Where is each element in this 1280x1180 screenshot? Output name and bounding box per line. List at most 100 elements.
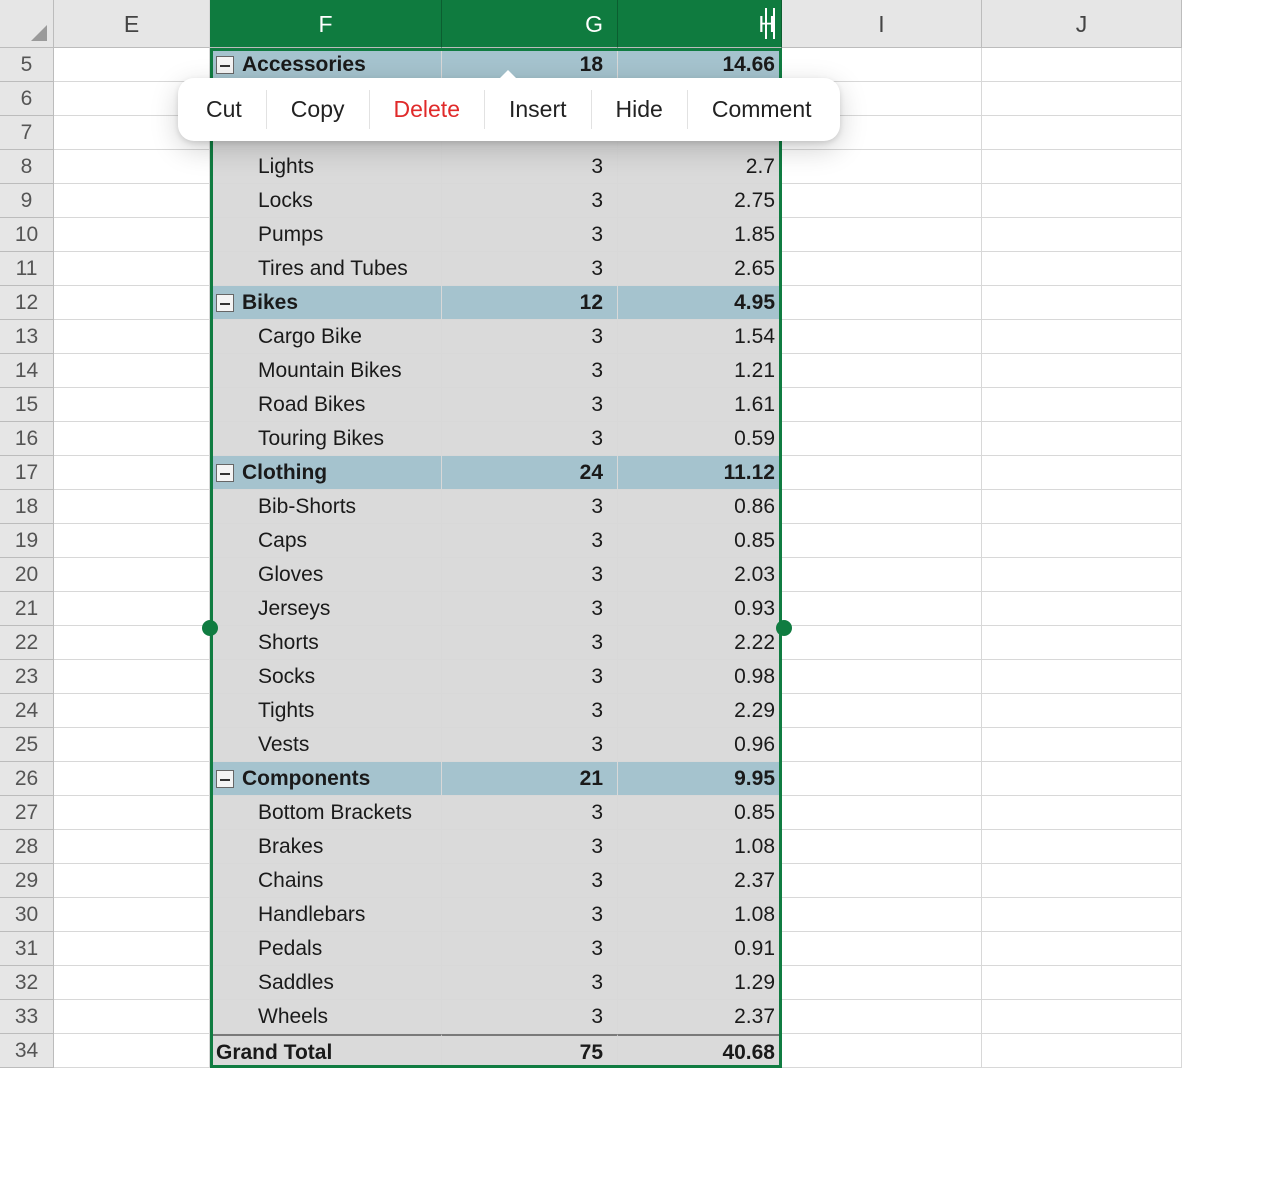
menu-delete[interactable]: Delete (370, 82, 484, 137)
cell[interactable] (782, 898, 982, 932)
pivot-item-value[interactable]: 1.85 (618, 218, 782, 252)
pivot-group-value[interactable]: 9.95 (618, 762, 782, 796)
cell[interactable] (54, 524, 210, 558)
cell[interactable] (54, 388, 210, 422)
cell[interactable] (982, 558, 1182, 592)
cell[interactable] (982, 286, 1182, 320)
cell[interactable] (54, 150, 210, 184)
pivot-group-count[interactable]: 21 (442, 762, 618, 796)
pivot-item-label[interactable]: Saddles (210, 966, 442, 1000)
row-header[interactable]: 27 (0, 796, 54, 830)
cell[interactable] (54, 592, 210, 626)
cell[interactable] (54, 796, 210, 830)
cell[interactable] (982, 116, 1182, 150)
pivot-item-value[interactable]: 1.29 (618, 966, 782, 1000)
cell[interactable] (54, 898, 210, 932)
row-header[interactable]: 21 (0, 592, 54, 626)
cell[interactable] (982, 218, 1182, 252)
cell[interactable] (782, 524, 982, 558)
cell[interactable] (54, 1034, 210, 1068)
cell[interactable] (982, 966, 1182, 1000)
pivot-item-value[interactable]: 2.29 (618, 694, 782, 728)
cell[interactable] (782, 558, 982, 592)
col-header-J[interactable]: J (982, 0, 1182, 48)
cell[interactable] (54, 252, 210, 286)
pivot-group-label[interactable]: Accessories (210, 48, 442, 82)
pivot-item-value[interactable]: 2.22 (618, 626, 782, 660)
cell[interactable] (54, 48, 210, 82)
pivot-group-count[interactable]: 12 (442, 286, 618, 320)
pivot-item-label[interactable]: Pedals (210, 932, 442, 966)
menu-insert[interactable]: Insert (485, 82, 591, 137)
pivot-group-label[interactable]: Bikes (210, 286, 442, 320)
row-header[interactable]: 24 (0, 694, 54, 728)
pivot-item-count[interactable]: 3 (442, 694, 618, 728)
cell[interactable] (782, 184, 982, 218)
collapse-icon[interactable] (216, 464, 234, 482)
cell[interactable] (54, 490, 210, 524)
pivot-item-value[interactable]: 2.65 (618, 252, 782, 286)
pivot-item-label[interactable]: Road Bikes (210, 388, 442, 422)
cell[interactable] (982, 354, 1182, 388)
pivot-item-value[interactable]: 2.7 (618, 150, 782, 184)
cell[interactable] (54, 184, 210, 218)
cell[interactable] (54, 830, 210, 864)
pivot-item-value[interactable]: 0.59 (618, 422, 782, 456)
menu-copy[interactable]: Copy (267, 82, 369, 137)
cell[interactable] (982, 932, 1182, 966)
pivot-grand-total-label[interactable]: Grand Total (210, 1034, 442, 1068)
cell[interactable] (982, 252, 1182, 286)
row-header[interactable]: 10 (0, 218, 54, 252)
pivot-item-value[interactable]: 1.08 (618, 830, 782, 864)
cell[interactable] (782, 1034, 982, 1068)
cell[interactable] (782, 150, 982, 184)
pivot-item-value[interactable]: 0.93 (618, 592, 782, 626)
cell[interactable] (54, 354, 210, 388)
row-header[interactable]: 33 (0, 1000, 54, 1034)
row-header[interactable]: 13 (0, 320, 54, 354)
cell[interactable] (54, 456, 210, 490)
cell[interactable] (982, 1034, 1182, 1068)
pivot-item-value[interactable]: 0.91 (618, 932, 782, 966)
cell[interactable] (982, 150, 1182, 184)
col-header-F[interactable]: F (210, 0, 442, 48)
cell[interactable] (782, 694, 982, 728)
cell[interactable] (982, 728, 1182, 762)
pivot-item-count[interactable]: 3 (442, 728, 618, 762)
pivot-item-value[interactable]: 0.85 (618, 796, 782, 830)
pivot-item-value[interactable]: 1.54 (618, 320, 782, 354)
menu-comment[interactable]: Comment (688, 82, 836, 137)
pivot-item-count[interactable]: 3 (442, 592, 618, 626)
cell[interactable] (54, 728, 210, 762)
pivot-item-value[interactable]: 2.75 (618, 184, 782, 218)
row-header[interactable]: 7 (0, 116, 54, 150)
pivot-group-count[interactable]: 24 (442, 456, 618, 490)
cell[interactable] (782, 218, 982, 252)
collapse-icon[interactable] (216, 56, 234, 74)
pivot-item-value[interactable]: 1.61 (618, 388, 782, 422)
pivot-grand-total-count[interactable]: 75 (442, 1034, 618, 1068)
pivot-item-count[interactable]: 3 (442, 966, 618, 1000)
pivot-item-label[interactable]: Handlebars (210, 898, 442, 932)
cell[interactable] (982, 1000, 1182, 1034)
cell[interactable] (54, 762, 210, 796)
pivot-item-label[interactable]: Chains (210, 864, 442, 898)
cell[interactable] (782, 864, 982, 898)
cell[interactable] (54, 218, 210, 252)
row-header[interactable]: 8 (0, 150, 54, 184)
pivot-item-value[interactable]: 0.96 (618, 728, 782, 762)
row-header[interactable]: 26 (0, 762, 54, 796)
cell[interactable] (782, 252, 982, 286)
cell[interactable] (782, 456, 982, 490)
cell[interactable] (982, 490, 1182, 524)
cell[interactable] (782, 422, 982, 456)
pivot-item-count[interactable]: 3 (442, 558, 618, 592)
cell[interactable] (782, 1000, 982, 1034)
cell[interactable] (54, 626, 210, 660)
cell[interactable] (782, 490, 982, 524)
row-header[interactable]: 31 (0, 932, 54, 966)
menu-hide[interactable]: Hide (592, 82, 687, 137)
pivot-item-label[interactable]: Bib-Shorts (210, 490, 442, 524)
pivot-item-count[interactable]: 3 (442, 830, 618, 864)
pivot-item-count[interactable]: 3 (442, 184, 618, 218)
